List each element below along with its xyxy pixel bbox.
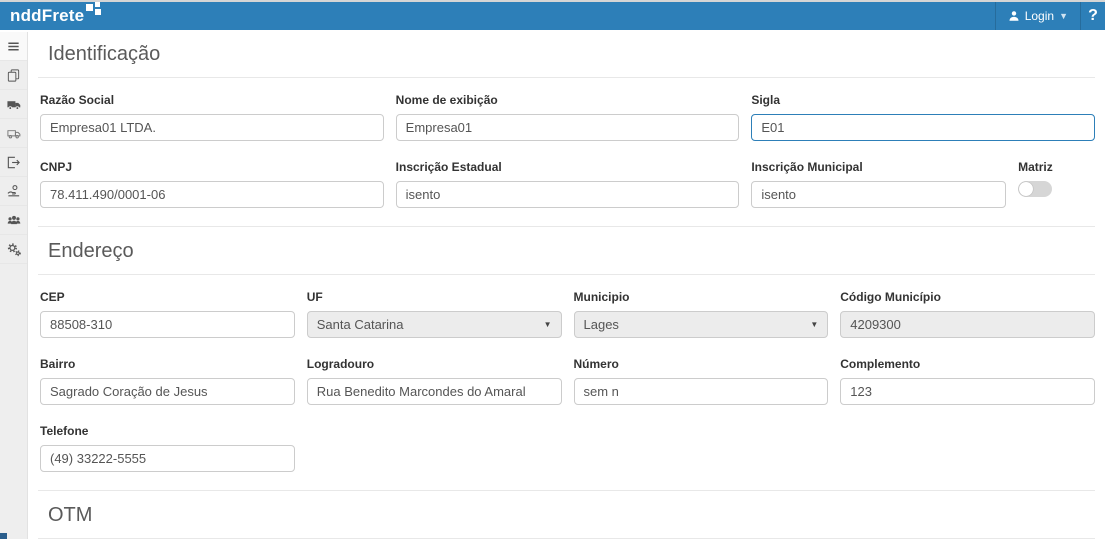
chevron-down-icon: ▼ (544, 320, 552, 329)
login-menu[interactable]: Login ▼ (995, 2, 1081, 30)
cnpj-label: CNPJ (40, 160, 384, 174)
users-icon (6, 213, 22, 228)
gears-icon (6, 242, 22, 257)
inscricao-estadual-label: Inscrição Estadual (396, 160, 740, 174)
header-right: Login ▼ ? (995, 2, 1105, 30)
section-title-otm: OTM (38, 491, 1095, 538)
bairro-label: Bairro (40, 357, 295, 371)
section-otm: OTM Domain Name XID (38, 490, 1095, 539)
codigo-municipio-label: Código Município (840, 290, 1095, 304)
sidebar-item-documents[interactable] (0, 61, 27, 90)
user-icon (1008, 10, 1020, 22)
sidebar-item-menu[interactable] (0, 32, 27, 61)
sidebar-item-users[interactable] (0, 206, 27, 235)
nome-exibicao-label: Nome de exibição (396, 93, 740, 107)
brand-squares-icon (86, 2, 102, 20)
section-title-identificacao: Identificação (38, 30, 1095, 77)
hand-coin-icon (6, 184, 22, 199)
cep-field: CEP (40, 290, 295, 338)
sigla-field: Sigla (751, 93, 1095, 141)
municipio-label: Municipio (574, 290, 829, 304)
menu-icon (6, 39, 21, 54)
section-title-endereco: Endereço (38, 227, 1095, 274)
section-endereco: Endereço CEP UF Santa Catarina ▼ Municip… (38, 226, 1095, 490)
copy-icon (6, 68, 21, 83)
uf-field: UF Santa Catarina ▼ (307, 290, 562, 338)
section-identificacao: Identificação Razão Social Nome de exibi… (38, 30, 1095, 226)
uf-label: UF (307, 290, 562, 304)
codigo-municipio-input (840, 311, 1095, 338)
razao-social-label: Razão Social (40, 93, 384, 107)
login-label: Login (1025, 9, 1054, 23)
cep-input[interactable] (40, 311, 295, 338)
sidebar-item-vehicles[interactable] (0, 119, 27, 148)
sigla-input[interactable] (751, 114, 1095, 141)
cep-label: CEP (40, 290, 295, 304)
app-header: nddFrete Login ▼ ? (0, 0, 1105, 30)
corner-artifact (0, 533, 7, 539)
numero-label: Número (574, 357, 829, 371)
complemento-field: Complemento (840, 357, 1095, 405)
cnpj-input[interactable] (40, 181, 384, 208)
chevron-down-icon: ▼ (810, 320, 818, 329)
matriz-toggle[interactable] (1018, 181, 1052, 197)
municipio-select-value: Lages (584, 317, 619, 332)
export-icon (6, 155, 21, 170)
codigo-municipio-field: Código Município (840, 290, 1095, 338)
inscricao-estadual-input[interactable] (396, 181, 740, 208)
inscricao-municipal-input[interactable] (751, 181, 1006, 208)
uf-select-value: Santa Catarina (317, 317, 404, 332)
sidebar-item-fleet[interactable] (0, 90, 27, 119)
matriz-toggle-knob (1019, 182, 1033, 196)
sidebar (0, 32, 28, 539)
matriz-field: Matriz (1018, 160, 1095, 208)
chevron-down-icon: ▼ (1059, 11, 1068, 21)
nome-exibicao-field: Nome de exibição (396, 93, 740, 141)
sidebar-item-payments[interactable] (0, 177, 27, 206)
bairro-input[interactable] (40, 378, 295, 405)
municipio-field: Municipio Lages ▼ (574, 290, 829, 338)
numero-input[interactable] (574, 378, 829, 405)
truck-icon (6, 97, 22, 112)
complemento-input[interactable] (840, 378, 1095, 405)
nome-exibicao-input[interactable] (396, 114, 740, 141)
brand-name: nddFrete (10, 6, 84, 26)
logradouro-label: Logradouro (307, 357, 562, 371)
inscricao-municipal-field: Inscrição Municipal (751, 160, 1006, 208)
razao-social-input[interactable] (40, 114, 384, 141)
inscricao-estadual-field: Inscrição Estadual (396, 160, 740, 208)
brand-logo[interactable]: nddFrete (0, 2, 102, 30)
sidebar-item-export[interactable] (0, 148, 27, 177)
help-button[interactable]: ? (1081, 2, 1105, 30)
sidebar-item-settings[interactable] (0, 235, 27, 264)
truck-outline-icon (6, 126, 22, 141)
sigla-label: Sigla (751, 93, 1095, 107)
uf-select[interactable]: Santa Catarina ▼ (307, 311, 562, 338)
telefone-field: Telefone (40, 424, 295, 472)
municipio-select[interactable]: Lages ▼ (574, 311, 829, 338)
complemento-label: Complemento (840, 357, 1095, 371)
telefone-input[interactable] (40, 445, 295, 472)
numero-field: Número (574, 357, 829, 405)
telefone-label: Telefone (40, 424, 295, 438)
inscricao-municipal-label: Inscrição Municipal (751, 160, 1006, 174)
bairro-field: Bairro (40, 357, 295, 405)
cnpj-field: CNPJ (40, 160, 384, 208)
matriz-label: Matriz (1018, 160, 1095, 174)
logradouro-field: Logradouro (307, 357, 562, 405)
main-content: Identificação Razão Social Nome de exibi… (28, 30, 1105, 539)
logradouro-input[interactable] (307, 378, 562, 405)
razao-social-field: Razão Social (40, 93, 384, 141)
